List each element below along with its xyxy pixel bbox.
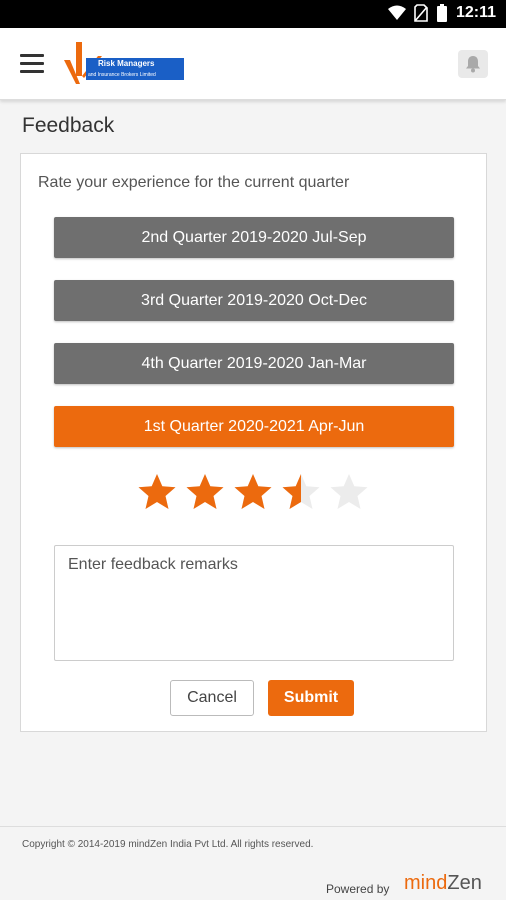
quarter-button-q4-2019[interactable]: 4th Quarter 2019-2020 Jan-Mar bbox=[54, 343, 454, 384]
notifications-button[interactable] bbox=[458, 50, 488, 78]
bell-icon bbox=[466, 56, 480, 73]
submit-button[interactable]: Submit bbox=[268, 680, 354, 716]
status-bar: 12:11 bbox=[0, 0, 506, 28]
feedback-card: Rate your experience for the current qua… bbox=[20, 153, 487, 732]
mindzen-brand: mindZen bbox=[404, 872, 482, 895]
battery-icon bbox=[436, 4, 447, 22]
star-icon[interactable] bbox=[185, 472, 225, 512]
logo-text-line2: and Insurance Brokers Limited bbox=[88, 72, 156, 78]
quarter-button-q1-2020[interactable]: 1st Quarter 2020-2021 Apr-Jun bbox=[54, 406, 454, 447]
app-bar: Risk Managers and Insurance Brokers Limi… bbox=[0, 28, 506, 100]
logo-text-line1: Risk Managers bbox=[98, 59, 155, 68]
feedback-remarks-input[interactable] bbox=[54, 545, 454, 661]
brand-part2: Zen bbox=[447, 872, 482, 894]
company-logo: Risk Managers and Insurance Brokers Limi… bbox=[62, 42, 184, 86]
footer-divider bbox=[0, 826, 506, 827]
star-icon[interactable] bbox=[281, 472, 321, 512]
quarter-button-q2-2019[interactable]: 2nd Quarter 2019-2020 Jul-Sep bbox=[54, 217, 454, 258]
page-title: Feedback bbox=[22, 114, 115, 137]
star-icon[interactable] bbox=[137, 472, 177, 512]
brand-part1: mind bbox=[404, 872, 448, 894]
copyright-text: Copyright © 2014-2019 mindZen India Pvt … bbox=[22, 839, 314, 850]
rating-prompt: Rate your experience for the current qua… bbox=[38, 174, 350, 191]
quarter-button-q3-2019[interactable]: 3rd Quarter 2019-2020 Oct-Dec bbox=[54, 280, 454, 321]
star-rating bbox=[137, 472, 377, 516]
powered-by-label: Powered by bbox=[326, 882, 390, 896]
cancel-button[interactable]: Cancel bbox=[170, 680, 254, 716]
star-icon[interactable] bbox=[233, 472, 273, 512]
no-sim-icon bbox=[414, 4, 428, 22]
clock-time: 12:11 bbox=[455, 4, 496, 21]
star-icon[interactable] bbox=[329, 472, 369, 512]
wifi-icon bbox=[387, 5, 406, 20]
hamburger-menu-icon[interactable] bbox=[20, 54, 44, 74]
